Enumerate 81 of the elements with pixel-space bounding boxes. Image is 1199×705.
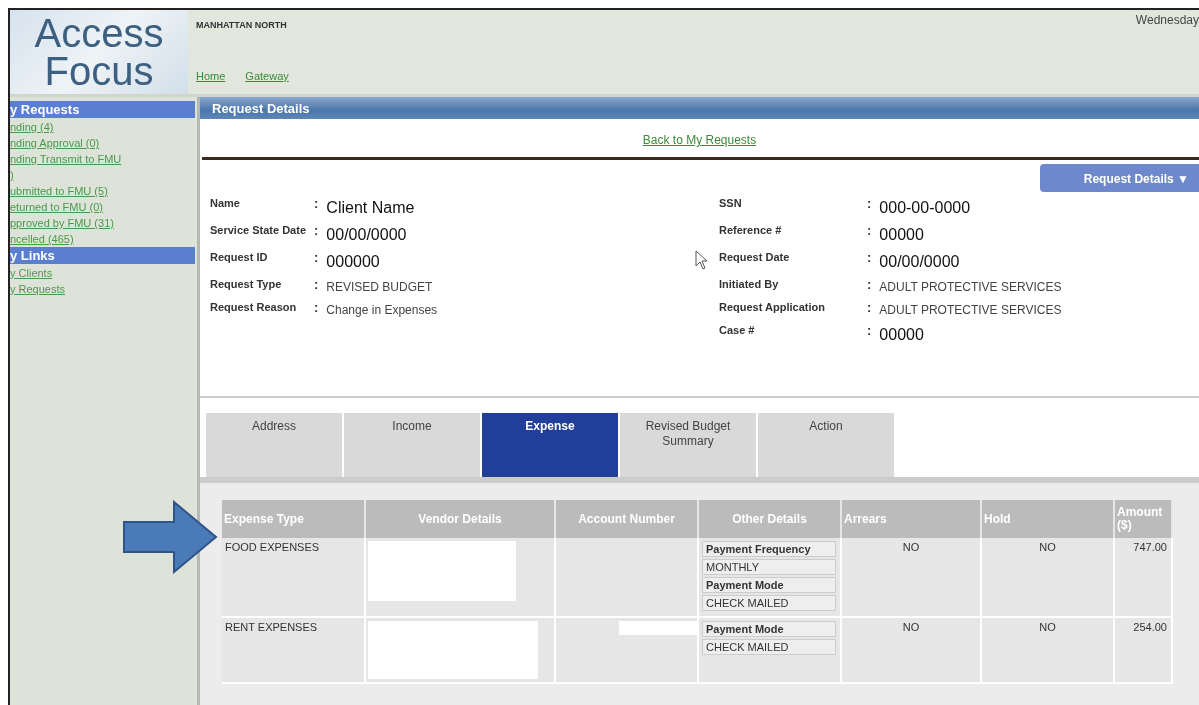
colon-text: : — [314, 223, 319, 240]
sidebar-link[interactable]: eturned to FMU (0) — [10, 199, 103, 215]
nav-link[interactable]: Home — [196, 70, 226, 82]
table-cell: RENT EXPENSES — [222, 617, 365, 683]
field-label: Request Type — [210, 277, 282, 292]
field-value: 000000 — [326, 253, 380, 271]
tab[interactable]: Revised Budget Summary — [620, 413, 756, 477]
field-value: REVISED BUDGET — [326, 280, 433, 294]
colon-text: : — [867, 300, 872, 317]
column-header: Arrears — [841, 500, 981, 538]
column-header: Other Details — [698, 500, 841, 538]
table-cell: NO — [841, 617, 981, 683]
field-value: 000-00-0000 — [879, 199, 971, 217]
colon-text: : — [314, 300, 319, 317]
sidebar-link[interactable]: pproved by FMU (31) — [10, 215, 114, 231]
sidebar-link[interactable]: y Clients — [10, 265, 53, 281]
nav-link[interactable]: Gateway — [245, 70, 289, 82]
column-header: Amount ($) — [1114, 500, 1172, 538]
panel-title-bar: Request Details — [200, 97, 1199, 119]
table-cell: 254.00 — [1114, 617, 1172, 683]
field-label: SSN — [719, 196, 742, 211]
field-value: 00000 — [879, 226, 924, 244]
request-details-button[interactable]: Request Details ▼ — [1039, 164, 1199, 192]
sidebar-link[interactable]: nding Approval (0) — [10, 135, 100, 151]
field-label: Initiated By — [719, 277, 779, 292]
field-value: Change in Expenses — [326, 303, 438, 317]
logo-text: Focus — [44, 52, 154, 90]
tab[interactable]: Address — [206, 413, 342, 477]
tab[interactable]: Expense — [482, 413, 618, 477]
detail-value: CHECK MAILED — [702, 639, 836, 655]
sidebar-heading: y Requests — [10, 101, 195, 118]
tab[interactable]: Income — [344, 413, 480, 477]
sidebar-heading: y Links — [10, 247, 195, 264]
table-cell: NO — [841, 538, 981, 617]
detail-label: Payment Mode — [702, 577, 836, 593]
table-cell: FOOD EXPENSES — [222, 538, 365, 617]
colon-text: : — [867, 277, 872, 294]
colon-text: : — [867, 196, 872, 213]
mouse-cursor-icon — [695, 250, 709, 270]
field-label: Reference # — [719, 223, 782, 238]
field-label: Request ID — [210, 250, 268, 265]
logo-text: Access — [34, 14, 164, 52]
sidebar-link[interactable]: ubmitted to FMU (5) — [10, 183, 108, 199]
colon-text: : — [314, 196, 319, 213]
detail-value: MONTHLY — [702, 559, 836, 575]
field-value: Client Name — [326, 199, 415, 217]
table-cell: NO — [981, 617, 1114, 683]
table-cell: 747.00 — [1114, 538, 1172, 617]
field-label: Name — [210, 196, 240, 211]
office-name: MANHATTAN NORTH — [196, 20, 288, 30]
field-value: 00/00/0000 — [326, 226, 407, 244]
detail-value: CHECK MAILED — [702, 595, 836, 611]
colon-text: : — [867, 323, 872, 340]
sidebar-link[interactable]: nding Transmit to FMU — [10, 151, 122, 167]
detail-label: Payment Mode — [702, 621, 836, 637]
date-text: Wednesday — [1135, 12, 1199, 27]
detail-label: Payment Frequency — [702, 541, 836, 557]
field-label: Case # — [719, 323, 755, 338]
back-link[interactable]: Back to My Requests — [642, 133, 757, 147]
field-value: 00000 — [879, 326, 924, 344]
field-label: Request Date — [719, 250, 790, 265]
sidebar-link[interactable]: nding (4) — [10, 119, 54, 135]
field-value: ADULT PROTECTIVE SERVICES — [879, 303, 1062, 317]
tab[interactable]: Action — [758, 413, 894, 477]
table-cell: NO — [981, 538, 1114, 617]
colon-text: : — [314, 250, 319, 267]
field-label: Request Application — [719, 300, 825, 315]
field-value: ADULT PROTECTIVE SERVICES — [879, 280, 1062, 294]
sidebar-link[interactable]: ncelled (465) — [10, 231, 74, 247]
field-value: 00/00/0000 — [879, 253, 960, 271]
column-header: Hold — [981, 500, 1114, 538]
colon-text: : — [314, 277, 319, 294]
sidebar-link[interactable]: ) — [10, 167, 14, 183]
field-label: Request Reason — [210, 300, 297, 315]
sidebar-link[interactable]: y Requests — [10, 281, 66, 297]
field-label: Service State Date — [210, 223, 306, 238]
column-header: Vendor Details — [365, 500, 555, 538]
column-header: Account Number — [555, 500, 698, 538]
column-header: Expense Type — [222, 500, 365, 538]
colon-text: : — [867, 223, 872, 240]
colon-text: : — [867, 250, 872, 267]
